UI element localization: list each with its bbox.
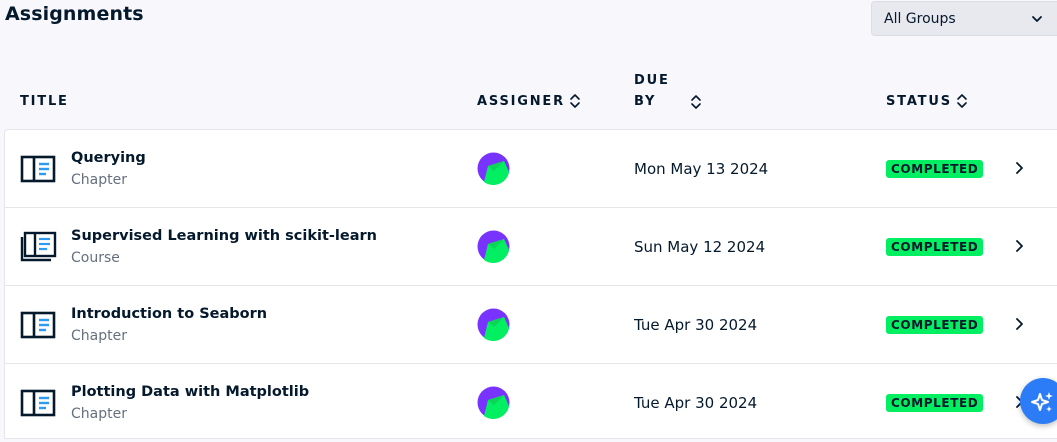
due-date: Mon May 13 2024: [634, 160, 769, 178]
assignment-type: Chapter: [71, 406, 127, 422]
column-header-title: TITLE: [20, 94, 69, 109]
chapter-icon: [20, 389, 56, 417]
table-row[interactable]: Supervised Learning with scikit-learn Co…: [5, 208, 1057, 286]
due-date: Tue Apr 30 2024: [634, 394, 758, 412]
chapter-icon: [20, 311, 56, 339]
table-row[interactable]: Introduction to Seaborn Chapter Tue Apr …: [5, 286, 1057, 364]
assignment-type: Chapter: [71, 328, 127, 344]
assigner-avatar: [477, 308, 510, 341]
column-header-due-line1[interactable]: DUE: [634, 73, 670, 88]
course-icon: [20, 231, 57, 262]
assigner-avatar: [477, 386, 510, 419]
assignment-type: Course: [71, 250, 120, 266]
assignment-title[interactable]: Querying: [71, 150, 146, 166]
assignment-title[interactable]: Introduction to Seaborn: [71, 306, 267, 322]
table-row[interactable]: Querying Chapter Mon May 13 2024 COMPLET…: [5, 130, 1057, 208]
group-filter-select[interactable]: All Groups: [871, 1, 1057, 36]
chevron-right-icon[interactable]: [1013, 160, 1025, 176]
sparkle-icon: [1031, 392, 1053, 412]
sort-icon[interactable]: [569, 92, 581, 110]
status-badge: COMPLETED: [886, 160, 984, 178]
status-badge: COMPLETED: [886, 316, 984, 334]
chevron-right-icon[interactable]: [1013, 238, 1025, 254]
table-row[interactable]: Plotting Data with Matplotlib Chapter Tu…: [5, 364, 1057, 442]
assigner-avatar: [477, 230, 510, 263]
column-header-status[interactable]: STATUS: [886, 94, 952, 109]
group-filter-value: All Groups: [884, 10, 956, 27]
column-header-due-line2[interactable]: BY: [634, 94, 656, 109]
chevron-right-icon[interactable]: [1013, 316, 1025, 332]
chevron-down-icon: [1032, 16, 1042, 22]
assignment-type: Chapter: [71, 172, 127, 188]
sort-icon[interactable]: [690, 93, 702, 111]
status-badge: COMPLETED: [886, 238, 984, 256]
chapter-icon: [20, 155, 56, 183]
column-header-assigner[interactable]: ASSIGNER: [477, 94, 565, 109]
status-badge: COMPLETED: [886, 394, 984, 412]
assignment-title[interactable]: Plotting Data with Matplotlib: [71, 384, 309, 400]
due-date: Sun May 12 2024: [634, 238, 766, 256]
assignments-table: Querying Chapter Mon May 13 2024 COMPLET…: [4, 129, 1057, 439]
due-date: Tue Apr 30 2024: [634, 316, 758, 334]
assignment-title[interactable]: Supervised Learning with scikit-learn: [71, 228, 377, 244]
assigner-avatar: [477, 152, 510, 185]
sort-icon[interactable]: [956, 92, 968, 110]
page-title: Assignments: [5, 3, 144, 25]
